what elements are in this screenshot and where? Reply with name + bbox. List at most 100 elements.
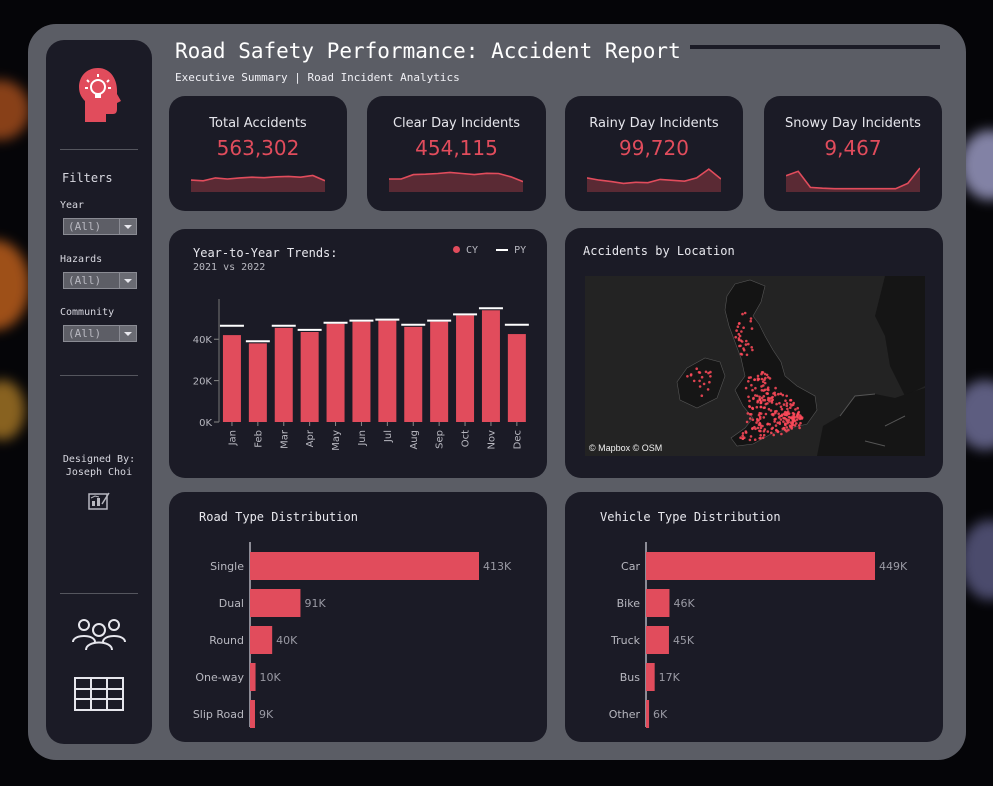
accident-point: [698, 371, 702, 374]
accident-point: [777, 392, 780, 396]
chevron-down-icon[interactable]: [119, 219, 136, 234]
users-icon[interactable]: [71, 616, 127, 652]
accident-point: [741, 434, 744, 438]
accident-point: [755, 405, 759, 409]
chevron-down-icon[interactable]: [119, 273, 136, 288]
accident-point: [780, 414, 784, 417]
accident-point: [744, 386, 748, 390]
kpi-card-snowy-day[interactable]: Snowy Day Incidents 9,467: [764, 96, 942, 211]
accident-point: [750, 327, 754, 330]
accident-point: [746, 412, 750, 415]
bar[interactable]: [646, 626, 669, 654]
accident-point: [797, 424, 801, 427]
accident-point: [772, 392, 775, 395]
accident-map[interactable]: © Mapbox © OSM: [585, 276, 925, 456]
bar[interactable]: [250, 552, 479, 580]
year-filter-select[interactable]: (All): [63, 218, 137, 235]
accident-point: [709, 375, 712, 378]
accident-point: [770, 399, 774, 403]
page-title: Road Safety Performance: Accident Report: [175, 39, 681, 63]
bar-cy[interactable]: [378, 320, 397, 422]
accident-point: [748, 438, 752, 442]
kpi-sparkline: [191, 174, 325, 192]
bar[interactable]: [646, 552, 875, 580]
accident-point: [764, 376, 767, 380]
accident-point: [735, 329, 738, 332]
accident-point: [785, 417, 788, 421]
kpi-sparkline: [786, 167, 920, 192]
bar-cy[interactable]: [430, 321, 449, 422]
bar[interactable]: [250, 589, 301, 617]
accident-point: [747, 380, 750, 383]
accident-point: [749, 319, 752, 323]
table-grid-icon[interactable]: [74, 677, 124, 711]
accident-point: [789, 403, 792, 406]
chevron-down-icon[interactable]: [119, 326, 136, 341]
accident-point: [787, 415, 791, 419]
accident-point: [741, 437, 745, 440]
accident-point: [748, 399, 751, 403]
accident-point: [770, 427, 774, 431]
accident-point: [692, 379, 696, 383]
x-tick-label: Jul: [383, 430, 394, 443]
bar-cy[interactable]: [300, 332, 319, 422]
accident-point: [756, 426, 760, 430]
bar[interactable]: [646, 663, 655, 691]
kpi-label: Snowy Day Incidents: [785, 116, 921, 131]
value-label: 46K: [673, 597, 695, 610]
kpi-card-rainy-day[interactable]: Rainy Day Incidents 99,720: [565, 96, 743, 211]
accident-point: [789, 399, 792, 402]
location-panel: Accidents by Location © Mapbox © OSM: [565, 228, 943, 478]
dashboard-sketch-icon[interactable]: [87, 490, 111, 512]
bar-cy[interactable]: [222, 335, 241, 422]
accident-point: [778, 401, 781, 405]
bar-cy[interactable]: [481, 310, 500, 422]
accident-point: [785, 426, 789, 429]
accident-point: [770, 431, 773, 435]
kpi-card-clear-day[interactable]: Clear Day Incidents 454,115: [367, 96, 546, 211]
map-attribution: © Mapbox © OSM: [589, 443, 663, 453]
kpi-card-total-accidents[interactable]: Total Accidents 563,302: [169, 96, 347, 211]
category-label: Slip Road: [193, 708, 244, 721]
accident-point: [759, 401, 762, 405]
bar[interactable]: [250, 626, 273, 654]
accident-point: [759, 424, 762, 427]
accident-point: [757, 377, 761, 381]
accident-point: [742, 326, 745, 329]
bar-cy[interactable]: [456, 315, 475, 422]
bar[interactable]: [646, 700, 650, 728]
accident-point: [788, 424, 792, 427]
category-label: Dual: [219, 597, 244, 610]
accident-point: [797, 413, 800, 416]
accident-point: [799, 421, 802, 425]
bar-cy[interactable]: [507, 334, 526, 422]
accident-point: [741, 432, 745, 435]
accident-point: [766, 392, 769, 395]
bar-cy[interactable]: [248, 343, 267, 422]
accident-point: [751, 407, 755, 410]
bar-cy[interactable]: [326, 323, 345, 422]
accident-point: [782, 427, 786, 430]
accident-point: [786, 407, 789, 411]
bar-cy[interactable]: [352, 321, 371, 422]
bar[interactable]: [250, 700, 255, 728]
accident-point: [782, 420, 785, 423]
bar[interactable]: [250, 663, 256, 691]
accident-point: [745, 420, 749, 424]
hazards-filter-select[interactable]: (All): [63, 272, 137, 289]
community-filter-select[interactable]: (All): [63, 325, 137, 342]
accident-point: [737, 337, 741, 340]
y-tick-label: 0K: [199, 418, 212, 429]
accident-point: [704, 370, 708, 374]
x-tick-label: May: [331, 430, 342, 451]
value-label: 449K: [879, 560, 908, 573]
bar[interactable]: [646, 589, 670, 617]
bar-cy[interactable]: [274, 327, 293, 422]
bar-cy[interactable]: [404, 326, 423, 422]
accident-point: [745, 353, 749, 357]
accident-point: [754, 386, 757, 390]
x-tick-label: Nov: [486, 430, 497, 450]
accident-point: [764, 402, 768, 406]
sidebar-divider: [60, 149, 138, 150]
accident-point: [760, 377, 764, 381]
